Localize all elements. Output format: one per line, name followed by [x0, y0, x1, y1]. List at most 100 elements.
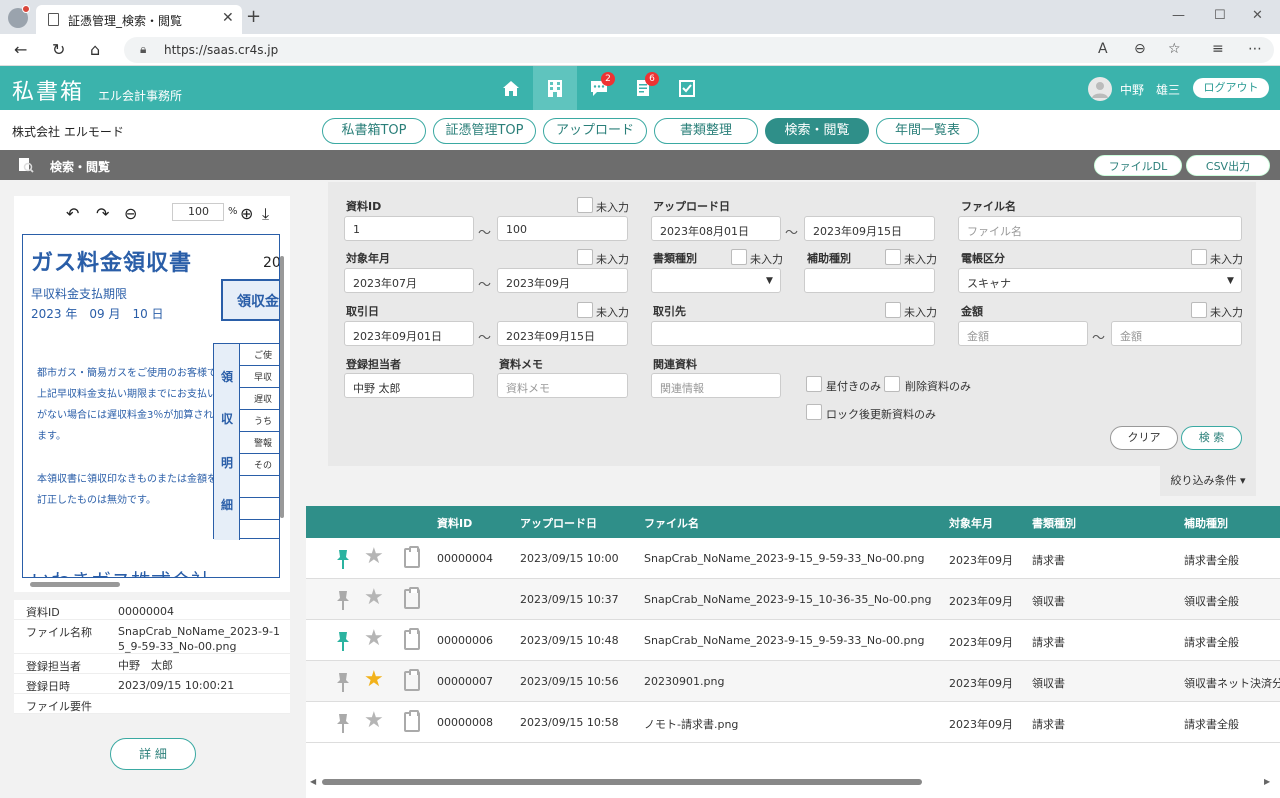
pin-icon[interactable] — [334, 589, 352, 611]
detail-button[interactable]: 詳 細 — [110, 738, 196, 770]
clipboard-icon[interactable] — [404, 546, 420, 568]
doc-type-unentered-checkbox[interactable] — [731, 249, 747, 265]
filter-conditions-toggle[interactable]: 絞り込み条件 ▾ — [1160, 466, 1256, 496]
tab-shishobako-top[interactable]: 私書箱TOP — [322, 118, 426, 144]
star-icon[interactable]: ★ — [364, 669, 384, 691]
registrant-input[interactable]: 中野 太郎 — [344, 373, 474, 398]
maximize-icon[interactable]: ☐ — [1214, 8, 1226, 23]
star-icon[interactable]: ★ — [364, 628, 384, 650]
home-icon[interactable]: ⌂ — [90, 40, 100, 59]
close-window-icon[interactable]: ✕ — [1252, 8, 1263, 23]
amount-from-input[interactable]: 金額 — [958, 321, 1088, 346]
lock-updated-checkbox[interactable] — [806, 404, 822, 420]
deleted-only-checkbox[interactable] — [884, 376, 900, 392]
partner-unentered-checkbox[interactable] — [885, 302, 901, 318]
clipboard-icon[interactable] — [404, 710, 420, 732]
doc-type-select[interactable] — [651, 268, 781, 293]
amount-unentered-checkbox[interactable] — [1191, 302, 1207, 318]
deal-date-to-input[interactable]: 2023年09月15日 — [497, 321, 628, 346]
scroll-right-icon[interactable]: ▶ — [1264, 777, 1270, 786]
pin-icon[interactable] — [334, 548, 352, 570]
logout-button[interactable]: ログアウト — [1193, 78, 1269, 98]
search-button[interactable]: 検 索 — [1181, 426, 1242, 450]
app-logo[interactable]: 私書箱 — [12, 74, 84, 106]
col-upload-date[interactable]: アップロード日 — [520, 515, 597, 531]
new-tab-icon[interactable]: + — [246, 6, 261, 27]
file-dl-button[interactable]: ファイルDL — [1094, 155, 1182, 176]
collections-icon[interactable]: ≡ — [1212, 41, 1224, 57]
table-row[interactable]: ★ 2023/09/15 10:37 SnapCrab_NoName_2023-… — [306, 579, 1280, 620]
refresh-icon[interactable]: ↻ — [52, 40, 65, 59]
star-only-checkbox[interactable] — [806, 376, 822, 392]
zoom-input[interactable]: 100 — [172, 203, 224, 221]
clipboard-icon[interactable] — [404, 669, 420, 691]
document-nav-icon[interactable]: 6 — [621, 66, 665, 110]
star-icon[interactable]: ★ — [364, 710, 384, 732]
doc-id-to-input[interactable]: 100 — [497, 216, 628, 241]
deal-date-from-input[interactable]: 2023年09月01日 — [344, 321, 474, 346]
ledger-unentered-checkbox[interactable] — [1191, 249, 1207, 265]
col-doc-id[interactable]: 資料ID — [437, 515, 472, 531]
target-month-to-input[interactable]: 2023年09月 — [497, 268, 628, 293]
browser-tab[interactable]: 証憑管理_検索・閲覧 ✕ — [36, 5, 242, 34]
table-row[interactable]: ★ 00000007 2023/09/15 10:56 20230901.png… — [306, 661, 1280, 702]
col-aux-type[interactable]: 補助種別 — [1184, 515, 1228, 531]
upload-date-from-input[interactable]: 2023年08月01日 — [651, 216, 781, 241]
partner-input[interactable] — [651, 321, 935, 346]
table-row[interactable]: ★ 00000004 2023/09/15 10:00 SnapCrab_NoN… — [306, 538, 1280, 579]
close-tab-icon[interactable]: ✕ — [222, 10, 234, 26]
back-icon[interactable]: ← — [14, 40, 27, 59]
clipboard-icon[interactable] — [404, 587, 420, 609]
viewer-horizontal-scrollbar[interactable] — [30, 582, 120, 587]
target-month-from-input[interactable]: 2023年07月 — [344, 268, 474, 293]
tab-organize[interactable]: 書類整理 — [654, 118, 758, 144]
pin-icon[interactable] — [334, 712, 352, 734]
favorite-icon[interactable]: ☆ — [1168, 41, 1181, 57]
related-input[interactable]: 関連情報 — [651, 373, 781, 398]
star-icon[interactable]: ★ — [364, 587, 384, 609]
tab-search[interactable]: 検索・閲覧 — [765, 118, 869, 144]
viewer-vertical-scrollbar[interactable] — [280, 256, 284, 518]
col-target-month[interactable]: 対象年月 — [949, 515, 993, 531]
file-name-input[interactable]: ファイル名 — [958, 216, 1242, 241]
tab-shohyo-top[interactable]: 証憑管理TOP — [433, 118, 536, 144]
table-row[interactable]: ★ 00000008 2023/09/15 10:58 ノモト-請求書.png … — [306, 702, 1280, 743]
more-icon[interactable]: ⋯ — [1248, 41, 1262, 57]
tab-annual-list[interactable]: 年間一覧表 — [876, 118, 979, 144]
undo-icon[interactable]: ↶ — [66, 204, 79, 223]
zoom-out-icon[interactable]: ⊖ — [124, 204, 137, 223]
deal-date-unentered-checkbox[interactable] — [577, 302, 593, 318]
download-icon[interactable]: ⤓ — [262, 204, 269, 224]
building-nav-icon[interactable] — [533, 66, 577, 110]
zoom-icon[interactable]: ⊖ — [1134, 41, 1146, 57]
results-horizontal-scrollbar[interactable] — [322, 779, 922, 785]
zoom-in-icon[interactable]: ⊕ — [240, 204, 253, 223]
table-row[interactable]: ★ 00000006 2023/09/15 10:48 SnapCrab_NoN… — [306, 620, 1280, 661]
doc-id-from-input[interactable]: 1 — [344, 216, 474, 241]
tab-upload[interactable]: アップロード — [543, 118, 647, 144]
user-avatar[interactable] — [1088, 77, 1112, 101]
read-aloud-icon[interactable]: A — [1098, 41, 1108, 57]
checklist-nav-icon[interactable] — [665, 66, 709, 110]
pin-icon[interactable] — [334, 671, 352, 693]
aux-type-unentered-checkbox[interactable] — [885, 249, 901, 265]
scroll-left-icon[interactable]: ◀ — [310, 777, 316, 786]
ledger-select[interactable]: スキャナ — [958, 268, 1242, 293]
col-file-name[interactable]: ファイル名 — [644, 515, 699, 531]
csv-export-button[interactable]: CSV出力 — [1186, 155, 1270, 176]
amount-to-input[interactable]: 金額 — [1111, 321, 1242, 346]
clipboard-icon[interactable] — [404, 628, 420, 650]
target-month-unentered-checkbox[interactable] — [577, 249, 593, 265]
clear-button[interactable]: クリア — [1110, 426, 1178, 450]
chat-nav-icon[interactable]: 2 — [577, 66, 621, 110]
home-nav-icon[interactable] — [489, 66, 533, 110]
star-icon[interactable]: ★ — [364, 546, 384, 568]
redo-icon[interactable]: ↷ — [96, 204, 109, 223]
pin-icon[interactable] — [334, 630, 352, 652]
memo-input[interactable]: 資料メモ — [497, 373, 628, 398]
minimize-icon[interactable]: — — [1172, 8, 1185, 23]
col-doc-type[interactable]: 書類種別 — [1032, 515, 1076, 531]
doc-id-unentered-checkbox[interactable] — [577, 197, 593, 213]
aux-type-input[interactable] — [804, 268, 935, 293]
upload-date-to-input[interactable]: 2023年09月15日 — [804, 216, 935, 241]
